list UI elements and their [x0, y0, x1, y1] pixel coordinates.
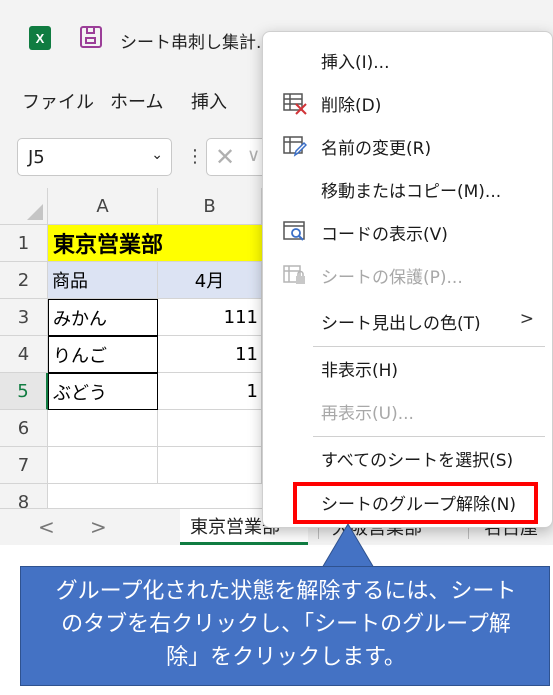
menu-separator: [313, 436, 545, 437]
name-box[interactable]: J5 ⌄: [17, 138, 172, 176]
protect-sheet-icon: [283, 263, 307, 287]
menu-separator: [313, 346, 545, 347]
callout-pointer: [321, 524, 375, 568]
cell-a5[interactable]: ぶどう: [48, 373, 158, 410]
menu-item-label: 再表示(U)...: [321, 404, 414, 424]
delete-sheet-icon: [283, 91, 307, 115]
chevron-down-icon[interactable]: ⌄: [151, 147, 163, 163]
cancel-icon[interactable]: ✕: [215, 143, 235, 171]
row-header-5[interactable]: 5: [0, 373, 48, 410]
cell-a1-title[interactable]: 東京営業部: [48, 225, 262, 262]
row-header-4[interactable]: 4: [0, 336, 48, 373]
document-title: シート串刺し集計.…: [120, 33, 279, 53]
cell-b5[interactable]: 1: [158, 373, 262, 410]
menu-insert[interactable]: 挿入: [191, 88, 227, 114]
menu-item-label: 挿入(I)...: [321, 53, 390, 73]
chevron-down-icon[interactable]: ∨: [247, 145, 260, 166]
excel-icon-letter: X: [35, 30, 45, 46]
menu-item-protect-sheet[interactable]: シートの保護(P)...: [263, 255, 552, 295]
more-options-icon[interactable]: ⋮: [186, 146, 204, 167]
chevron-right-icon: >: [519, 309, 534, 329]
menu-item-label: 非表示(H): [321, 361, 399, 381]
menu-item-insert[interactable]: 挿入(I)...: [263, 40, 552, 80]
excel-app-icon[interactable]: X: [29, 26, 51, 50]
menu-item-label: コードの表示(V): [321, 225, 448, 245]
menu-item-tab-color[interactable]: シート見出しの色(T) >: [263, 301, 552, 341]
rename-sheet-icon: [283, 134, 308, 158]
cell-b2[interactable]: 4月: [158, 262, 262, 299]
menu-home[interactable]: ホーム: [110, 88, 163, 114]
instruction-callout: グループ化された状態を解除するには、シートのタブを右クリックし、「シートのグルー…: [20, 566, 550, 686]
name-box-value: J5: [28, 147, 45, 168]
menu-item-delete[interactable]: 削除(D): [263, 83, 552, 123]
ungroup-highlight-box: [293, 482, 538, 524]
column-header-b[interactable]: B: [158, 188, 262, 225]
cell-a6[interactable]: [48, 410, 158, 447]
cell-a7[interactable]: [48, 447, 158, 484]
row-header-3[interactable]: 3: [0, 299, 48, 336]
tab-scroll-right-icon[interactable]: >: [90, 515, 107, 539]
menu-item-select-all-sheets[interactable]: すべてのシートを選択(S): [263, 438, 552, 478]
row-header-2[interactable]: 2: [0, 262, 48, 299]
cell-a2[interactable]: 商品: [48, 262, 158, 299]
row-header-1[interactable]: 1: [0, 225, 48, 262]
menu-item-label: すべてのシートを選択(S): [321, 451, 514, 471]
menu-item-unhide[interactable]: 再表示(U)...: [263, 391, 552, 431]
view-code-icon: [283, 220, 307, 244]
tab-scroll-left-icon[interactable]: <: [38, 515, 55, 539]
save-icon[interactable]: [80, 26, 102, 48]
menu-item-label: 削除(D): [321, 96, 382, 116]
cell-b6[interactable]: [158, 410, 262, 447]
row-header-7[interactable]: 7: [0, 447, 48, 484]
menu-item-move-copy[interactable]: 移動またはコピー(M)...: [263, 169, 552, 209]
menu-file[interactable]: ファイル: [22, 88, 94, 114]
menu-item-view-code[interactable]: コードの表示(V): [263, 212, 552, 252]
cell-b3[interactable]: 111: [158, 299, 262, 336]
menu-item-label: 移動またはコピー(M)...: [321, 182, 502, 202]
row-header-6[interactable]: 6: [0, 410, 48, 447]
select-all-corner[interactable]: [0, 188, 48, 225]
menu-item-label: シート見出しの色(T): [321, 314, 481, 334]
cell-b4[interactable]: 11: [158, 336, 262, 373]
menu-item-rename[interactable]: 名前の変更(R): [263, 126, 552, 166]
menu-item-label: 名前の変更(R): [321, 139, 432, 159]
callout-text: グループ化された状態を解除するには、シートのタブを右クリックし、「シートのグルー…: [55, 579, 517, 670]
cell-b7[interactable]: [158, 447, 262, 484]
cell-a4[interactable]: りんご: [48, 336, 158, 373]
menu-item-hide[interactable]: 非表示(H): [263, 348, 552, 388]
cell-a3[interactable]: みかん: [48, 299, 158, 336]
column-header-a[interactable]: A: [48, 188, 158, 225]
menu-item-label: シートの保護(P)...: [321, 268, 463, 288]
sheet-tab-context-menu: 挿入(I)... 削除(D) 名前の変更(R) 移動またはコピー(M)... コ…: [262, 31, 553, 528]
